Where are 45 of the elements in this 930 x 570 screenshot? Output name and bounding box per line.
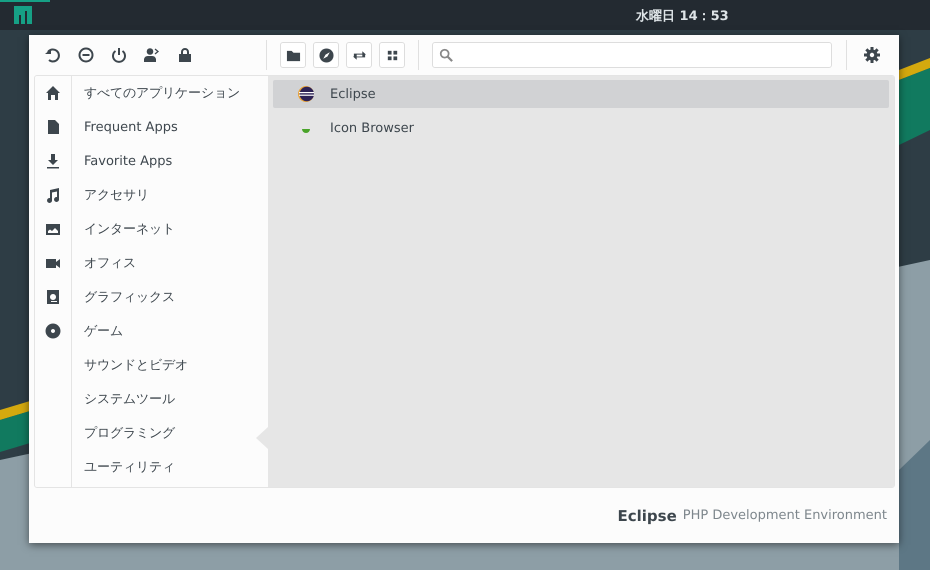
app-description: PHP Development Environment: [682, 508, 887, 523]
clock[interactable]: 水曜日 14：53: [636, 7, 729, 25]
refresh-button[interactable]: [45, 47, 61, 63]
category-item[interactable]: すべてのアプリケーション: [72, 76, 268, 110]
app-title: Eclipse: [617, 506, 677, 524]
category-item[interactable]: サウンドとビデオ: [72, 348, 268, 382]
search-field[interactable]: [432, 42, 832, 68]
category-item[interactable]: インターネット: [72, 212, 268, 246]
camera-icon: [45, 289, 61, 305]
user-switch-icon: [144, 47, 160, 63]
category-item[interactable]: グラフィックス: [72, 280, 268, 314]
power-button[interactable]: [111, 47, 127, 63]
category-item[interactable]: Favorite Apps: [72, 144, 268, 178]
music-icon: [45, 187, 61, 203]
folder-button[interactable]: [280, 42, 306, 68]
menu-logo-icon[interactable]: [14, 6, 32, 24]
settings-icon: [864, 47, 880, 63]
user-switch-button[interactable]: [144, 47, 160, 63]
swap-button[interactable]: [346, 42, 372, 68]
file-icon: [45, 119, 61, 135]
download-icon: [45, 153, 61, 169]
compass-button[interactable]: [313, 42, 339, 68]
image-icon: [45, 221, 61, 237]
settings-button[interactable]: [864, 47, 880, 63]
category-item[interactable]: Frequent Apps: [72, 110, 268, 144]
search-icon: [439, 48, 453, 62]
minus-circle-icon: [78, 47, 94, 63]
category-item[interactable]: システムツール: [72, 382, 268, 416]
category-item[interactable]: オフィス: [72, 246, 268, 280]
app-name: Icon Browser: [330, 120, 414, 136]
minus-circle-button[interactable]: [78, 47, 94, 63]
category-item[interactable]: ゲーム: [72, 314, 268, 348]
app-name: Eclipse: [330, 86, 376, 102]
compass-icon: [318, 48, 334, 62]
eclipse-icon: [298, 86, 314, 102]
home-icon: [45, 85, 61, 101]
category-item[interactable]: ユーティリティ: [72, 450, 268, 484]
app-item[interactable]: Eclipse: [273, 80, 889, 108]
refresh-icon: [45, 47, 61, 63]
power-icon: [111, 47, 127, 63]
grid-button[interactable]: [379, 42, 405, 68]
category-item[interactable]: アクセサリ: [72, 178, 268, 212]
app-item[interactable]: Icon Browser: [273, 114, 889, 142]
lock-icon: [177, 47, 193, 63]
lock-button[interactable]: [177, 47, 193, 63]
